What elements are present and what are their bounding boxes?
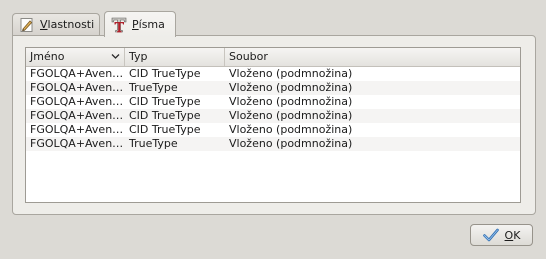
font-type-cell: CID TrueType [129,123,201,136]
check-icon [482,228,499,242]
font-file-cell: Vloženo (podmnožina) [229,95,353,108]
ok-button[interactable]: OK [470,224,533,246]
ok-button-label: OK [504,228,521,242]
font-icon [111,17,127,33]
tab-properties-label: Vlastnosti [40,18,95,31]
font-type-cell: TrueType [129,81,178,94]
table-row[interactable]: FGOLQA+Aven… TrueType Vloženo (podmnožin… [26,81,520,95]
column-header-type[interactable]: Typ [125,48,225,66]
font-name-cell: FGOLQA+Aven… [30,81,124,94]
font-type-cell: CID TrueType [129,95,201,108]
column-header-file[interactable]: Soubor [225,48,520,66]
font-type-cell: TrueType [129,137,178,150]
fonts-list-header: Jméno Typ Soubor [26,48,520,67]
fonts-panel: Jméno Typ Soubor FGOLQA+Aven… CID TrueTy… [12,35,536,215]
font-file-cell: Vloženo (podmnožina) [229,123,353,136]
table-row[interactable]: FGOLQA+Aven… CID TrueType Vloženo (podmn… [26,109,520,123]
table-row[interactable]: FGOLQA+Aven… CID TrueType Vloženo (podmn… [26,123,520,137]
font-name-cell: FGOLQA+Aven… [30,67,124,80]
font-file-cell: Vloženo (podmnožina) [229,137,353,150]
font-file-cell: Vloženo (podmnožina) [229,67,353,80]
fonts-list-rows: FGOLQA+Aven… CID TrueType Vloženo (podmn… [26,67,520,151]
font-file-cell: Vloženo (podmnožina) [229,81,353,94]
font-name-cell: FGOLQA+Aven… [30,109,124,122]
table-row[interactable]: FGOLQA+Aven… CID TrueType Vloženo (podmn… [26,67,520,81]
tab-properties[interactable]: Vlastnosti [12,13,100,35]
chevron-down-icon [111,54,120,59]
table-row[interactable]: FGOLQA+Aven… TrueType Vloženo (podmnožin… [26,137,520,151]
tab-fonts-label: Písma [132,18,165,31]
pencil-icon [19,17,35,33]
font-type-cell: CID TrueType [129,67,201,80]
tab-fonts[interactable]: Písma [104,11,176,37]
table-row[interactable]: FGOLQA+Aven… CID TrueType Vloženo (podmn… [26,95,520,109]
font-file-cell: Vloženo (podmnožina) [229,109,353,122]
font-name-cell: FGOLQA+Aven… [30,123,124,136]
font-name-cell: FGOLQA+Aven… [30,95,124,108]
font-name-cell: FGOLQA+Aven… [30,137,124,150]
column-header-name[interactable]: Jméno [26,48,125,66]
fonts-list[interactable]: Jméno Typ Soubor FGOLQA+Aven… CID TrueTy… [25,47,521,203]
font-type-cell: CID TrueType [129,109,201,122]
